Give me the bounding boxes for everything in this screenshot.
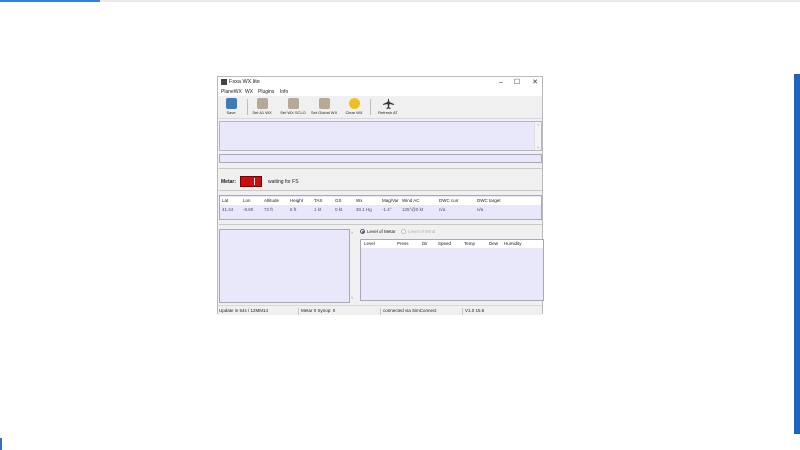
status-version: V1.0 15.5: [465, 308, 485, 313]
flight-data-table: Lat Lon Altitude Height TAS GS Wx Mag/Va…: [219, 195, 542, 220]
divider: [219, 190, 542, 191]
col-lat: Lat: [222, 198, 229, 203]
col-height: Height: [290, 198, 304, 203]
cell-dwc-target: n/a: [477, 207, 484, 212]
cell-wind-ac: 125°@0 kt: [402, 207, 424, 212]
airplane-icon: [382, 98, 394, 109]
col-altitude: Altitude: [264, 198, 280, 203]
status-bar: Update in 54s / 12MM14 Metar 0 Synop: 0 …: [218, 305, 542, 315]
cell-lon: -8.60: [243, 207, 254, 212]
col-dwc-target: DWC target: [477, 198, 501, 203]
vertical-scrollbar[interactable]: ˄ ˅: [534, 122, 541, 150]
col-tas: TAS: [314, 198, 323, 203]
status-connection: connected via SimConnect: [383, 308, 437, 313]
weather-station-icon: [287, 98, 299, 109]
col-wx: Wx: [356, 198, 363, 203]
cell-dwc-curr: n/a: [439, 207, 446, 212]
radio-level-metar[interactable]: [360, 229, 365, 234]
col-dir: Dir: [422, 241, 428, 246]
maximize-button[interactable]: ☐: [510, 78, 524, 87]
col-humidity: Humidity: [504, 241, 522, 246]
taskbar-accent: [0, 0, 100, 2]
set-global-wx-button[interactable]: Set Global WX: [311, 98, 337, 118]
status-divider: [462, 308, 463, 315]
set-wx-sclo-button[interactable]: Set WX SCLO: [280, 98, 306, 118]
screen-top-edge: [0, 0, 800, 2]
col-dew: Dew: [489, 241, 499, 246]
col-dwc-curr: DWC curr: [439, 198, 459, 203]
toolbar: Save Set A1 WX Set WX SCLO Set Global WX…: [218, 96, 542, 119]
cell-altitude: 72 ft: [264, 207, 273, 212]
menu-wx[interactable]: WX: [245, 89, 253, 95]
cell-height: 6 ft: [290, 207, 297, 212]
status-metar-synop: Metar 0 Synop: 0: [301, 308, 336, 313]
cell-tas: 1 kt: [314, 207, 322, 212]
metar-text-area[interactable]: ˄ ˅: [219, 121, 542, 151]
col-level: Level: [364, 241, 375, 246]
refresh-at-button[interactable]: Refresh AT: [375, 98, 401, 118]
app-window: Fsxa WX lite – ☐ ✕ PlaneWX WX Plugins In…: [217, 76, 544, 315]
desktop-left-marker: [0, 438, 2, 450]
scroll-down-icon[interactable]: ˅: [535, 145, 541, 150]
divider: [219, 168, 542, 169]
weather-layers-table: Level Press Dir Speed Temp Dew Humidity: [360, 239, 544, 301]
save-button[interactable]: Save: [218, 98, 244, 118]
col-press: Press: [397, 241, 409, 246]
radio-level-wind[interactable]: [401, 229, 406, 234]
divider: [219, 224, 542, 225]
sun-cloud-icon: [348, 98, 360, 109]
desktop-right-panel: [794, 74, 800, 434]
cell-wx: 30.1 Hg: [356, 207, 372, 212]
toolbar-separator: [247, 99, 248, 115]
menu-planewx[interactable]: PlaneWX: [221, 89, 242, 95]
col-gs: GS: [335, 198, 342, 203]
clear-wx-button[interactable]: Clear WX: [341, 98, 367, 118]
minimize-button[interactable]: –: [494, 78, 508, 87]
save-label: Save: [226, 110, 236, 115]
set-global-wx-label: Set Global WX: [311, 110, 338, 115]
weather-station-icon: [256, 98, 268, 109]
weather-station-icon: [318, 98, 330, 109]
table-header: Lat Lon Altitude Height TAS GS Wx Mag/Va…: [220, 197, 541, 205]
title-bar: Fsxa WX lite – ☐ ✕: [218, 77, 542, 88]
cell-lat: 41.24: [222, 207, 234, 212]
close-button[interactable]: ✕: [528, 78, 542, 87]
metar-label: Metar:: [221, 179, 237, 185]
menu-bar: PlaneWX WX Plugins Info: [218, 88, 542, 96]
info-strip: [219, 154, 542, 163]
table-row[interactable]: 41.24 -8.60 72 ft 6 ft 1 kt 0 kt 30.1 Hg…: [220, 206, 541, 214]
splitter-down-icon[interactable]: ˅: [351, 295, 353, 300]
level-wind-label[interactable]: Level of Wind: [408, 229, 435, 234]
refresh-at-label: Refresh AT: [378, 110, 398, 115]
set-a1-wx-label: Set A1 WX: [252, 110, 272, 115]
menu-info[interactable]: Info: [280, 89, 288, 95]
toolbar-separator: [370, 99, 371, 115]
cell-magvar: -1.4°: [382, 207, 392, 212]
status-divider: [380, 308, 381, 315]
window-title: Fsxa WX lite: [229, 79, 260, 85]
metar-indicator: [240, 176, 262, 187]
col-lon: Lon: [243, 198, 251, 203]
status-update: Update in 54s / 12MM14: [219, 308, 269, 313]
cell-gs: 0 kt: [335, 207, 343, 212]
log-pane[interactable]: [219, 229, 350, 303]
status-divider: [298, 308, 299, 315]
scroll-up-icon[interactable]: ˄: [535, 122, 541, 127]
metar-status: waiting for FS: [268, 179, 299, 185]
layers-header: Level Press Dir Speed Temp Dew Humidity: [361, 240, 543, 248]
level-metar-label[interactable]: Level of Metar: [367, 229, 396, 234]
menu-plugins[interactable]: Plugins: [258, 89, 274, 95]
col-wind-ac: Wind AC: [402, 198, 420, 203]
clear-wx-label: Clear WX: [345, 110, 363, 115]
col-magvar: Mag/Var: [382, 198, 399, 203]
set-a1-wx-button[interactable]: Set A1 WX: [249, 98, 275, 118]
set-wx-sclo-label: Set WX SCLO: [280, 110, 306, 115]
col-temp: Temp: [464, 241, 476, 246]
splitter-up-icon[interactable]: ˄: [351, 230, 353, 235]
save-icon: [225, 98, 237, 109]
col-speed: Speed: [438, 241, 452, 246]
app-icon: [221, 79, 227, 85]
